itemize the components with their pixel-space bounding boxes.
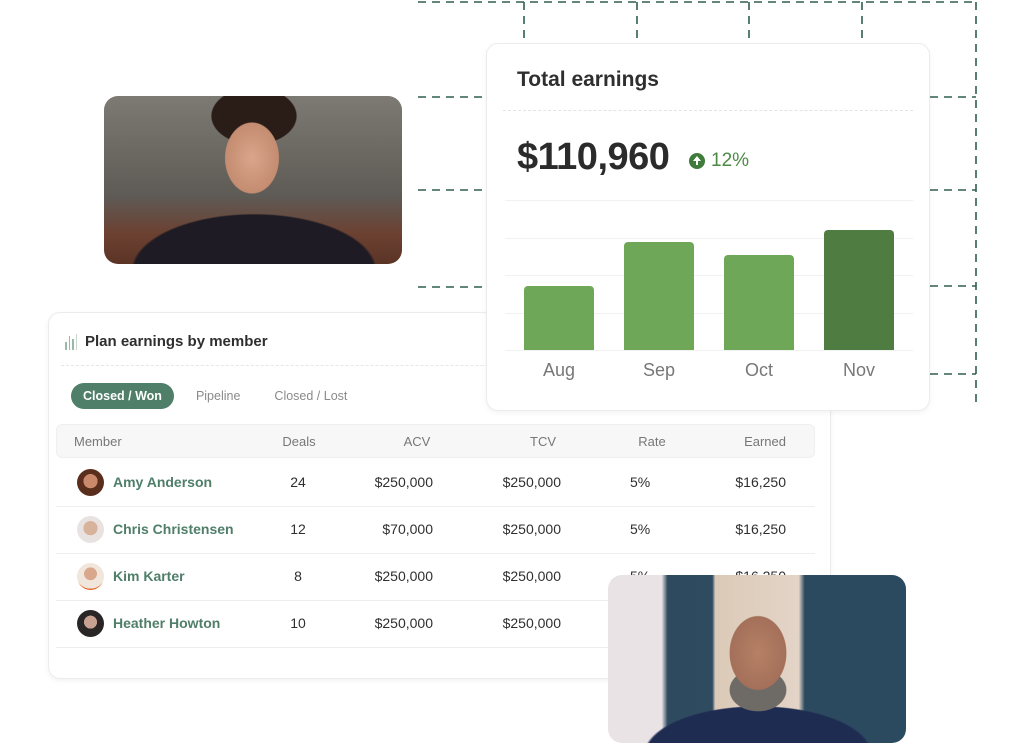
avatar — [77, 516, 104, 543]
card-title: Total earnings — [517, 68, 659, 91]
column-header-tcv[interactable]: TCV — [518, 434, 568, 449]
card-header: Plan earnings by member — [65, 333, 268, 350]
total-earnings-card: Total earnings $110,960 12% Aug Sep Oct Nov — [486, 43, 930, 411]
member-name[interactable]: Amy Anderson — [113, 474, 212, 490]
bar-sep[interactable] — [624, 241, 694, 350]
divider — [503, 110, 913, 111]
avatar — [77, 563, 104, 590]
earned-cell: $16,250 — [735, 474, 786, 490]
deals-cell: 24 — [290, 474, 306, 490]
member-name[interactable]: Heather Howton — [113, 615, 220, 631]
avatar — [77, 469, 104, 496]
tcv-cell: $250,000 — [502, 474, 561, 490]
tcv-cell: $250,000 — [502, 568, 561, 584]
bar-chart-icon — [65, 333, 77, 350]
acv-cell: $70,000 — [382, 521, 433, 537]
chart-gridline — [505, 350, 913, 351]
column-header-earned[interactable]: Earned — [717, 434, 786, 449]
avatar — [77, 610, 104, 637]
deals-cell: 10 — [290, 615, 306, 631]
total-amount: $110,960 — [517, 136, 670, 178]
acv-cell: $250,000 — [374, 474, 433, 490]
earnings-bar-chart: Aug Sep Oct Nov — [505, 200, 913, 390]
member-name[interactable]: Kim Karter — [113, 568, 185, 584]
bar-nov[interactable] — [824, 230, 894, 350]
earned-cell: $16,250 — [735, 521, 786, 537]
x-tick-label: Oct — [744, 360, 773, 380]
member-name[interactable]: Chris Christensen — [113, 521, 234, 537]
video-participant-photo — [608, 575, 906, 743]
filter-tabs: Closed / Won Pipeline Closed / Lost — [71, 383, 359, 409]
rate-cell: 5% — [630, 474, 651, 490]
chart-gridline — [505, 200, 913, 201]
acv-cell: $250,000 — [374, 615, 433, 631]
tab-closed-won[interactable]: Closed / Won — [71, 383, 174, 409]
bar-oct[interactable] — [724, 255, 794, 350]
x-tick-label: Aug — [542, 360, 576, 380]
acv-cell: $250,000 — [374, 568, 433, 584]
bar-aug[interactable] — [524, 285, 594, 350]
rate-cell: 5% — [630, 521, 651, 537]
column-header-deals[interactable]: Deals — [279, 434, 319, 449]
change-badge: 12% — [689, 150, 749, 172]
tab-closed-lost[interactable]: Closed / Lost — [262, 383, 359, 409]
change-value: 12% — [711, 150, 750, 171]
table-row[interactable]: Amy Anderson 24 $250,000 $250,000 5% $16,250 — [56, 459, 815, 507]
card-title: Plan earnings by member — [85, 333, 268, 350]
deals-cell: 12 — [290, 521, 306, 537]
x-tick-label: Sep — [642, 360, 676, 380]
tab-pipeline[interactable]: Pipeline — [184, 383, 252, 409]
arrow-up-circle-icon — [689, 153, 705, 169]
deals-cell: 8 — [294, 568, 302, 584]
column-header-acv[interactable]: ACV — [392, 434, 442, 449]
tcv-cell: $250,000 — [502, 615, 561, 631]
tcv-cell: $250,000 — [502, 521, 561, 537]
video-participant-photo — [104, 96, 402, 264]
x-tick-label: Nov — [842, 360, 875, 380]
column-header-member[interactable]: Member — [74, 434, 122, 449]
table-header: Member Deals ACV TCV Rate Earned — [56, 424, 815, 458]
table-row[interactable]: Chris Christensen 12 $70,000 $250,000 5% $16,… — [56, 506, 815, 554]
column-header-rate[interactable]: Rate — [627, 434, 677, 449]
